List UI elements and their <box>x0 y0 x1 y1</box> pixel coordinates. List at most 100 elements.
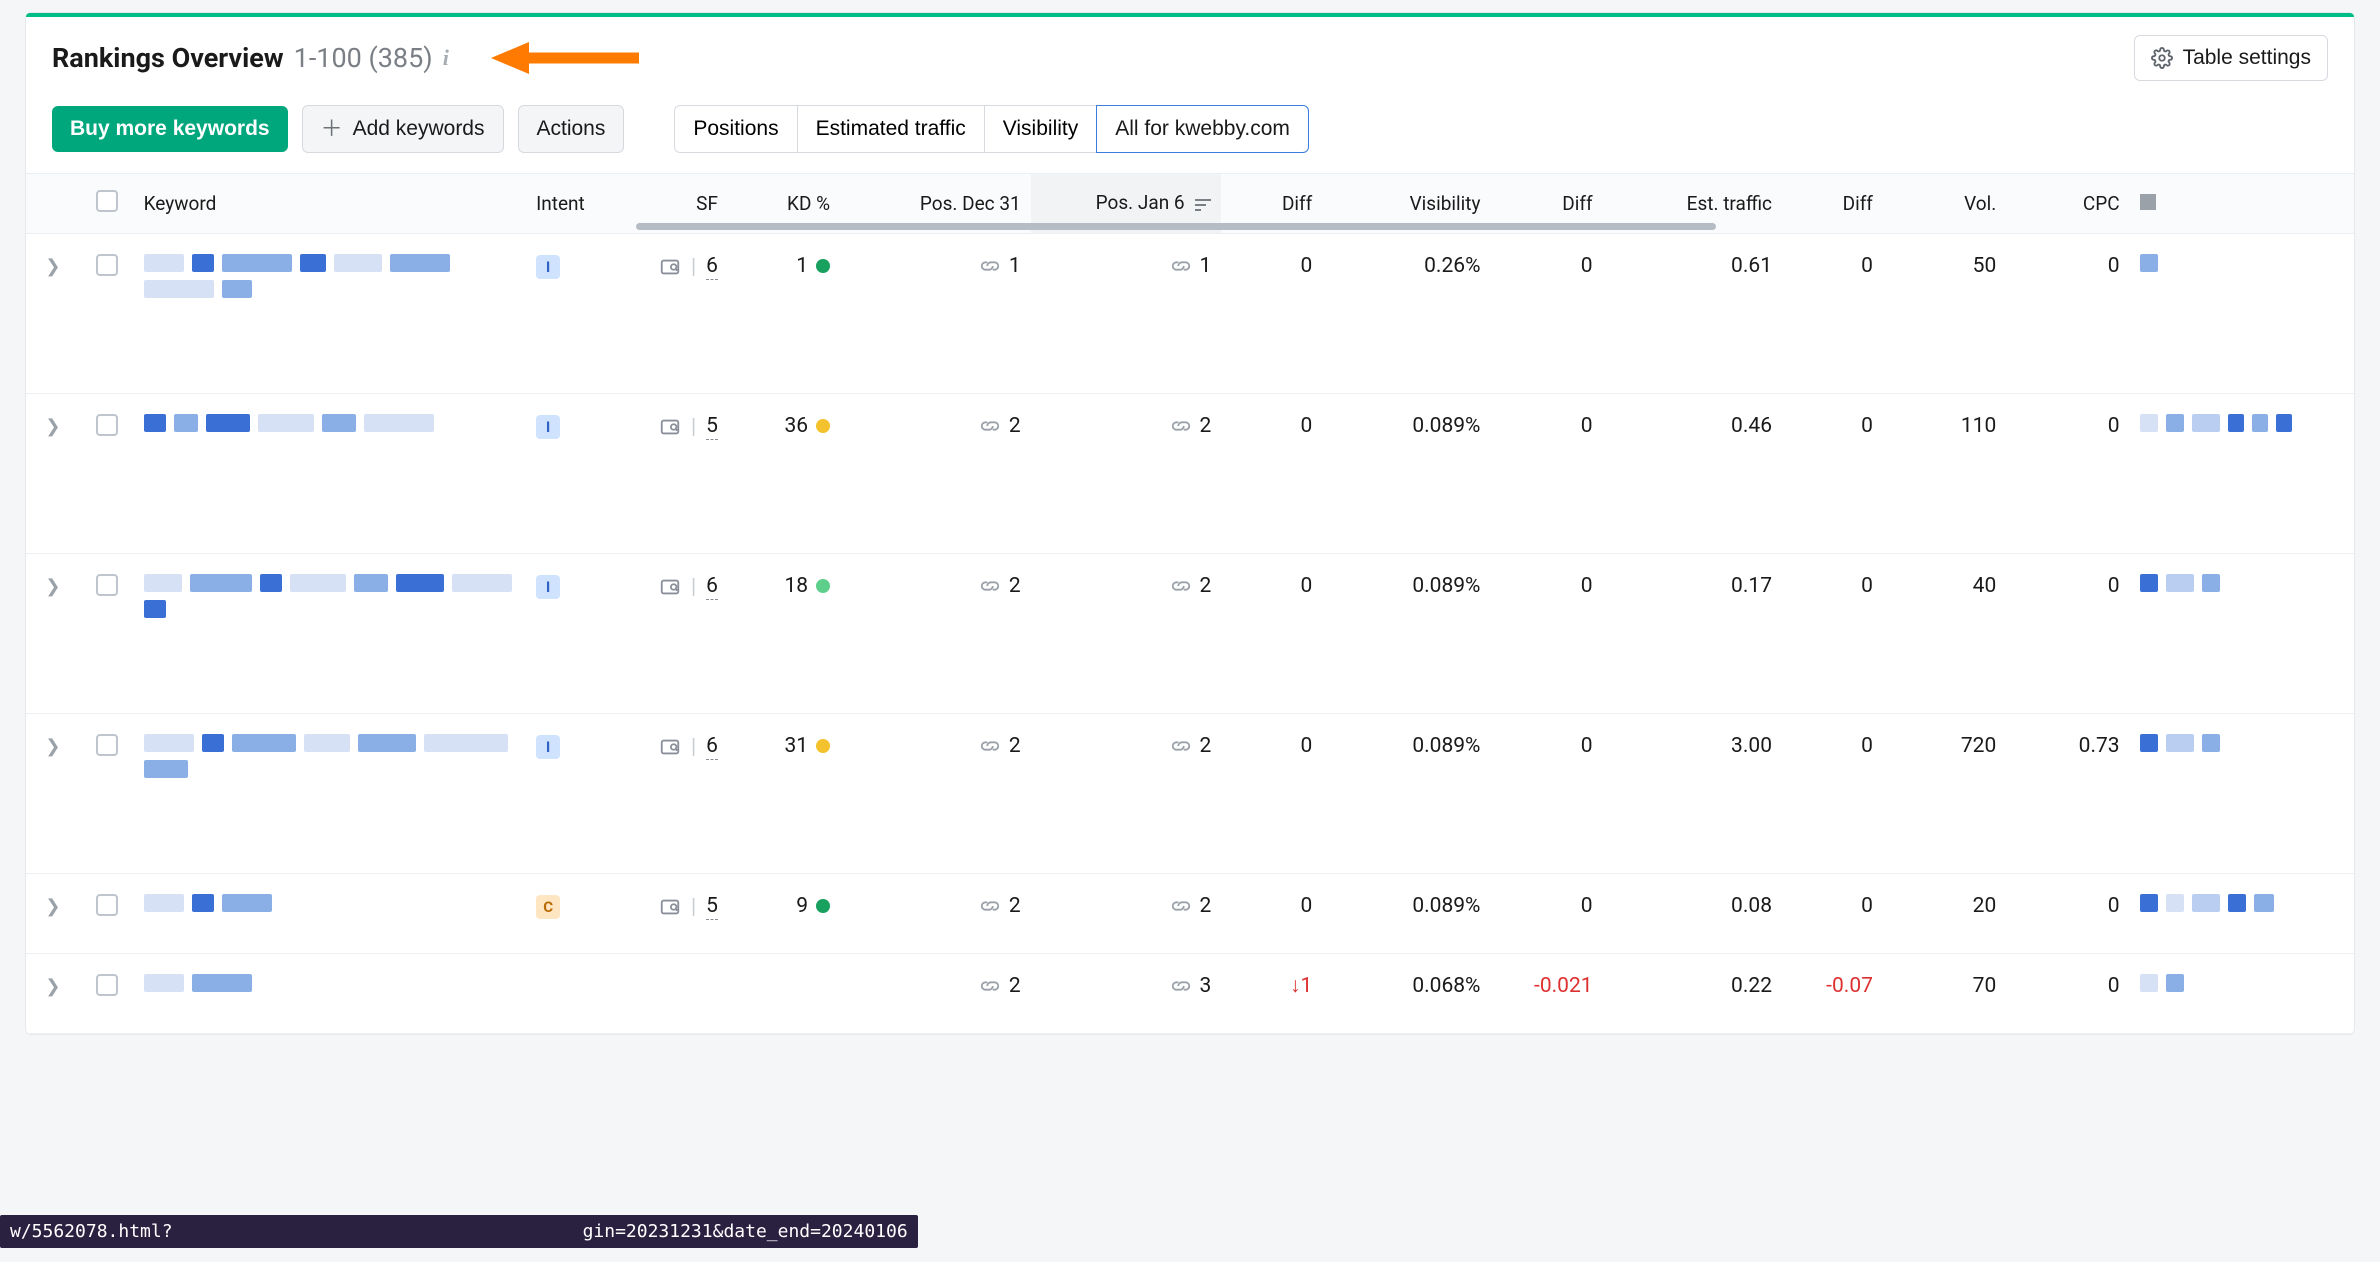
cell-pos-curr: 2 <box>1031 874 1222 954</box>
col-keyword[interactable]: Keyword <box>134 174 526 234</box>
cell-trailing <box>2130 874 2354 954</box>
page-title: Rankings Overview <box>52 42 284 74</box>
row-checkbox[interactable] <box>96 734 118 756</box>
horizontal-scroll-indicator[interactable] <box>636 223 1716 230</box>
cell-trailing <box>2130 714 2354 874</box>
column-menu-icon[interactable] <box>2140 194 2156 210</box>
add-keywords-button[interactable]: ＋ Add keywords <box>302 105 504 153</box>
expand-row-chevron[interactable]: ❯ <box>45 736 60 757</box>
cell-diff-pos: ↓1 <box>1221 954 1322 1034</box>
cell-diff-vis: -0.021 <box>1490 954 1602 1034</box>
cell-diff-pos: 0 <box>1221 714 1322 874</box>
expand-row-chevron[interactable]: ❯ <box>45 416 60 437</box>
cell-volume: 40 <box>1883 554 2006 714</box>
cell-diff-vis: 0 <box>1490 394 1602 554</box>
cell-diff-traffic: 0 <box>1782 874 1883 954</box>
col-cpc[interactable]: CPC <box>2006 174 2129 234</box>
expand-row-chevron[interactable]: ❯ <box>45 256 60 277</box>
cell-diff-traffic: 0 <box>1782 394 1883 554</box>
table-row: ❯I|5362200.089%00.4601100 <box>26 394 2354 554</box>
cell-sf: |6 <box>627 234 728 394</box>
cell-est-traffic: 0.46 <box>1603 394 1782 554</box>
row-checkbox[interactable] <box>96 894 118 916</box>
cell-pos-prev: 2 <box>840 954 1031 1034</box>
cell-diff-traffic: 0 <box>1782 234 1883 394</box>
cell-pos-curr: 3 <box>1031 954 1222 1034</box>
sort-icon <box>1195 193 1211 216</box>
actions-button[interactable]: Actions <box>518 105 625 153</box>
cell-diff-pos: 0 <box>1221 874 1322 954</box>
cell-sf: |6 <box>627 554 728 714</box>
cell-keyword[interactable] <box>134 714 526 874</box>
cell-est-traffic: 0.22 <box>1603 954 1782 1034</box>
col-intent[interactable]: Intent <box>526 174 627 234</box>
row-checkbox[interactable] <box>96 974 118 996</box>
cell-pos-prev: 2 <box>840 394 1031 554</box>
row-checkbox[interactable] <box>96 254 118 276</box>
cell-cpc: 0 <box>2006 554 2129 714</box>
row-checkbox[interactable] <box>96 574 118 596</box>
expand-row-chevron[interactable]: ❯ <box>45 976 60 997</box>
select-all-checkbox[interactable] <box>96 190 118 212</box>
view-tabs: Positions Estimated traffic Visibility A… <box>674 105 1309 153</box>
tab-all-for-domain[interactable]: All for kwebby.com <box>1096 105 1309 153</box>
expand-row-chevron[interactable]: ❯ <box>45 576 60 597</box>
cell-sf: |5 <box>627 874 728 954</box>
cell-keyword[interactable] <box>134 554 526 714</box>
cell-sf <box>627 954 728 1034</box>
cell-cpc: 0 <box>2006 394 2129 554</box>
status-right: gin=20231231&date_end=20240106 <box>583 1221 908 1242</box>
cell-cpc: 0 <box>2006 874 2129 954</box>
expand-row-chevron[interactable]: ❯ <box>45 896 60 917</box>
cell-pos-curr: 2 <box>1031 394 1222 554</box>
table-settings-button[interactable]: Table settings <box>2134 35 2328 81</box>
col-diff-3[interactable]: Diff <box>1782 174 1883 234</box>
cell-intent: C <box>526 874 627 954</box>
cell-est-traffic: 0.61 <box>1603 234 1782 394</box>
cell-keyword[interactable] <box>134 874 526 954</box>
cell-keyword[interactable] <box>134 394 526 554</box>
table-row: ❯I|6182200.089%00.170400 <box>26 554 2354 714</box>
cell-visibility: 0.089% <box>1322 714 1490 874</box>
row-checkbox[interactable] <box>96 414 118 436</box>
cell-volume: 70 <box>1883 954 2006 1034</box>
cell-diff-pos: 0 <box>1221 234 1322 394</box>
cell-diff-vis: 0 <box>1490 554 1602 714</box>
cell-kd: 9 <box>728 874 840 954</box>
rankings-card: Rankings Overview 1-100 (385) i Table se… <box>25 12 2355 1035</box>
cell-est-traffic: 0.17 <box>1603 554 1782 714</box>
cell-pos-prev: 2 <box>840 554 1031 714</box>
gear-icon <box>2151 47 2173 69</box>
page-title-range: 1-100 (385) <box>294 42 433 74</box>
info-icon[interactable]: i <box>443 45 449 71</box>
tab-estimated-traffic[interactable]: Estimated traffic <box>797 105 985 153</box>
buy-keywords-button[interactable]: Buy more keywords <box>52 106 288 152</box>
cell-pos-prev: 2 <box>840 714 1031 874</box>
cell-visibility: 0.089% <box>1322 394 1490 554</box>
rankings-table: Keyword Intent SF KD % Pos. Dec 31 Pos. … <box>26 174 2354 1034</box>
cell-diff-traffic: 0 <box>1782 714 1883 874</box>
cell-volume: 720 <box>1883 714 2006 874</box>
cell-kd <box>728 954 840 1034</box>
cell-keyword[interactable] <box>134 234 526 394</box>
cell-cpc: 0.73 <box>2006 714 2129 874</box>
cell-kd: 31 <box>728 714 840 874</box>
cell-keyword[interactable] <box>134 954 526 1034</box>
cell-intent: I <box>526 714 627 874</box>
table-settings-label: Table settings <box>2183 46 2311 70</box>
tab-positions[interactable]: Positions <box>674 105 797 153</box>
cell-diff-traffic: -0.07 <box>1782 954 1883 1034</box>
cell-pos-curr: 1 <box>1031 234 1222 394</box>
cell-volume: 50 <box>1883 234 2006 394</box>
table-row: ❯I|611100.26%00.610500 <box>26 234 2354 394</box>
tab-visibility[interactable]: Visibility <box>984 105 1097 153</box>
col-volume[interactable]: Vol. <box>1883 174 2006 234</box>
cell-diff-vis: 0 <box>1490 234 1602 394</box>
cell-trailing <box>2130 554 2354 714</box>
table-row: ❯C|592200.089%00.080200 <box>26 874 2354 954</box>
cell-intent: I <box>526 554 627 714</box>
cell-intent: I <box>526 234 627 394</box>
cell-kd: 36 <box>728 394 840 554</box>
cell-est-traffic: 0.08 <box>1603 874 1782 954</box>
cell-trailing <box>2130 954 2354 1034</box>
